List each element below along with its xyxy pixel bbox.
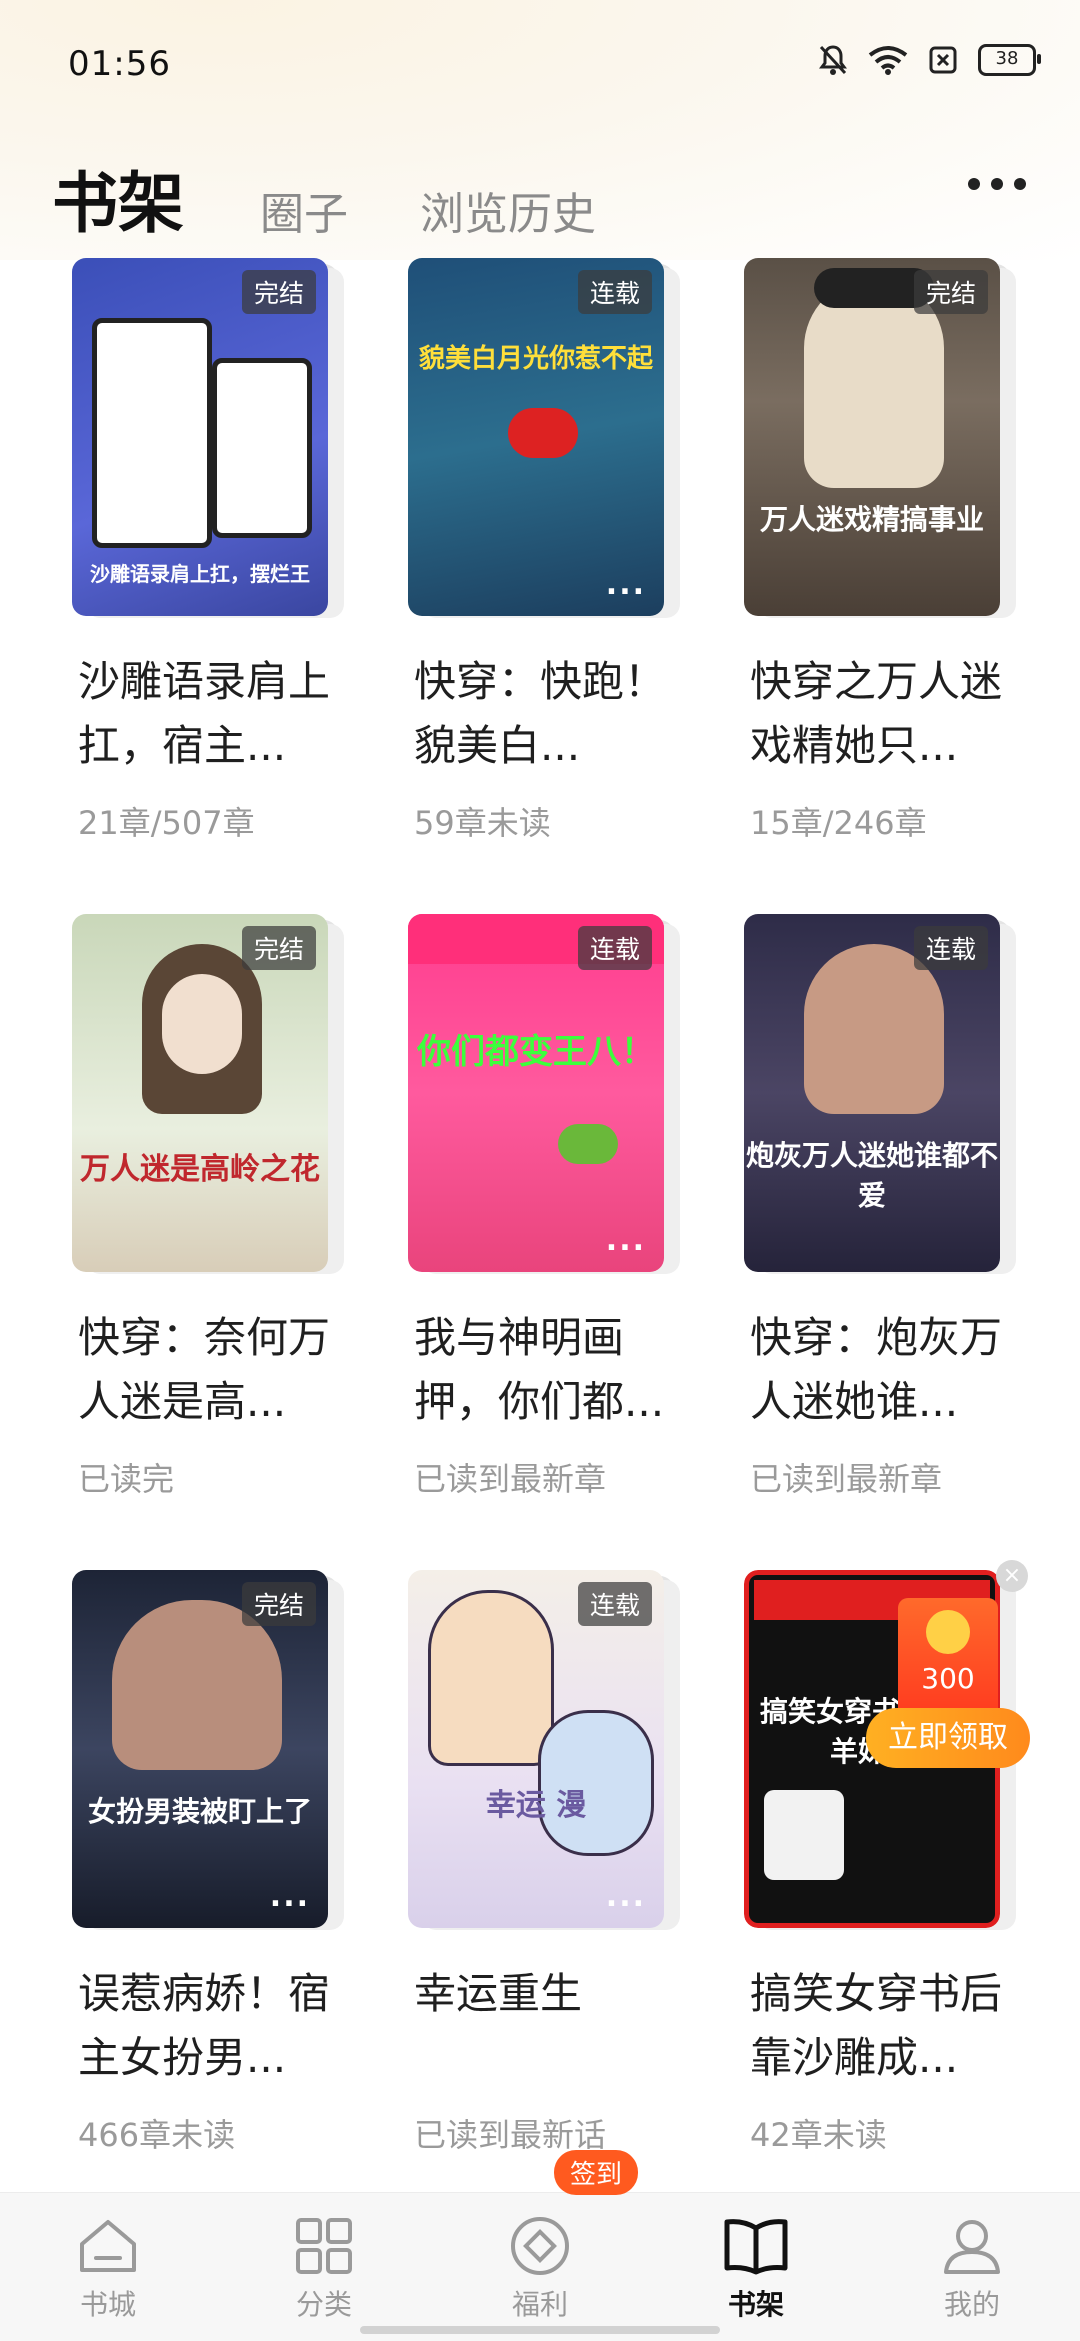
status-time: 01:56 <box>68 44 171 84</box>
book-cover[interactable]: 沙雕语录肩上扛，摆烂王 完结 <box>72 258 328 616</box>
home-indicator[interactable] <box>360 2326 720 2334</box>
book-title[interactable]: 我与神明画押，你们都... <box>414 1306 674 1434</box>
cover-title: 沙雕语录肩上扛，摆烂王 <box>90 562 310 586</box>
coin-amount: 300 <box>921 1662 975 1695</box>
red-packet[interactable]: 300 <box>898 1598 998 1718</box>
book-cover[interactable]: 你们都变王八！ 连载 ... <box>408 914 664 1272</box>
cover-title: 万人迷是高岭之花 <box>80 1152 320 1187</box>
status-badge: 连载 <box>577 270 652 314</box>
sim-card-icon <box>928 45 958 75</box>
close-icon[interactable]: × <box>996 1560 1028 1592</box>
gift-icon <box>470 2211 610 2281</box>
more-dots-icon: ... <box>605 1223 646 1258</box>
book-title[interactable]: 误惹病娇！宿主女扮男... <box>78 1962 338 2090</box>
cover-title: 万人迷戏精搞事业 <box>759 503 984 536</box>
tab-bookshelf[interactable]: 书架 <box>52 150 184 246</box>
book-cover[interactable]: 万人迷戏精搞事业 完结 <box>744 258 1000 616</box>
book-cover[interactable]: 幸运 漫 连载 ... <box>408 1570 664 1928</box>
nav-item-mine[interactable]: 我的 <box>902 2211 1042 2323</box>
tab-circle[interactable]: 圈子 <box>260 178 348 242</box>
battery-indicator: 38 <box>978 44 1041 76</box>
home-icon <box>38 2211 178 2281</box>
book-cover[interactable]: 万人迷是高岭之花 完结 <box>72 914 328 1272</box>
more-dots-icon: ... <box>605 1879 646 1914</box>
bottom-nav: 书城 分类 福利 书架 我的 <box>0 2192 1080 2341</box>
user-icon <box>902 2211 1042 2281</box>
book-progress: 已读到最新章 <box>414 1460 607 1498</box>
nav-label: 福利 <box>511 2288 568 2321</box>
cover-title: 炮灰万人迷她谁都不爱 <box>745 1139 998 1212</box>
more-dots-icon: ... <box>269 1879 310 1914</box>
book-progress: 已读完 <box>78 1460 175 1498</box>
nav-item-welfare[interactable]: 福利 <box>470 2211 610 2323</box>
more-dots-icon: ... <box>605 567 646 602</box>
status-icons: 38 <box>818 44 1041 76</box>
more-options-icon[interactable] <box>968 178 1026 190</box>
book-title[interactable]: 沙雕语录肩上扛，宿主... <box>78 650 338 778</box>
status-bar: 01:56 38 <box>0 0 1080 130</box>
status-badge: 连载 <box>577 1582 652 1626</box>
nav-item-category[interactable]: 分类 <box>254 2211 394 2323</box>
wifi-icon <box>868 45 908 75</box>
cover-title: 女扮男装被盯上了 <box>87 1795 312 1828</box>
status-badge: 完结 <box>913 270 988 314</box>
nav-item-bookstore[interactable]: 书城 <box>38 2211 178 2323</box>
claim-now-button[interactable]: 立即领取 <box>866 1708 1030 1768</box>
book-cover[interactable]: 女扮男装被盯上了 完结 ... <box>72 1570 328 1928</box>
status-badge: 完结 <box>241 1582 316 1626</box>
nav-label: 分类 <box>295 2288 352 2321</box>
book-title[interactable]: 幸运重生 <box>414 1962 674 2026</box>
book-cover[interactable]: 炮灰万人迷她谁都不爱 连载 <box>744 914 1000 1272</box>
book-title[interactable]: 快穿之万人迷戏精她只... <box>750 650 1010 778</box>
nav-label: 书架 <box>727 2288 784 2321</box>
book-progress: 15章/246章 <box>750 804 927 842</box>
coin-icon <box>926 1610 970 1654</box>
status-badge: 连载 <box>577 926 652 970</box>
book-cover[interactable]: 貌美白月光你惹不起 连载 ... <box>408 258 664 616</box>
tab-browse-history[interactable]: 浏览历史 <box>420 178 596 242</box>
book-title[interactable]: 快穿：炮灰万人迷她谁... <box>750 1306 1010 1434</box>
book-progress: 21章/507章 <box>78 804 255 842</box>
book-progress: 已读到最新章 <box>750 1460 943 1498</box>
status-badge: 完结 <box>241 926 316 970</box>
status-badge: 连载 <box>913 926 988 970</box>
grid-icon <box>254 2211 394 2281</box>
book-progress: 42章未读 <box>750 2116 887 2154</box>
cover-title: 幸运 漫 <box>485 1788 587 1823</box>
cover-title: 你们都变王八！ <box>417 1032 655 1072</box>
book-title[interactable]: 快穿：奈何万人迷是高... <box>78 1306 338 1434</box>
book-icon <box>686 2211 826 2281</box>
mute-bell-icon <box>818 44 848 76</box>
book-title[interactable]: 快穿：快跑！貌美白... <box>414 650 674 778</box>
nav-label: 书城 <box>79 2288 136 2321</box>
nav-item-bookshelf[interactable]: 书架 <box>686 2211 826 2323</box>
sign-in-badge[interactable]: 签到 <box>554 2150 639 2195</box>
book-title[interactable]: 搞笑女穿书后靠沙雕成... <box>750 1962 1010 2090</box>
book-progress: 466章未读 <box>78 2116 236 2154</box>
status-badge: 完结 <box>241 270 316 314</box>
header-tabs: 书架 圈子 浏览历史 <box>0 140 1080 250</box>
nav-label: 我的 <box>943 2288 1000 2321</box>
cover-title: 貌美白月光你惹不起 <box>418 344 653 374</box>
book-progress: 59章未读 <box>414 804 551 842</box>
